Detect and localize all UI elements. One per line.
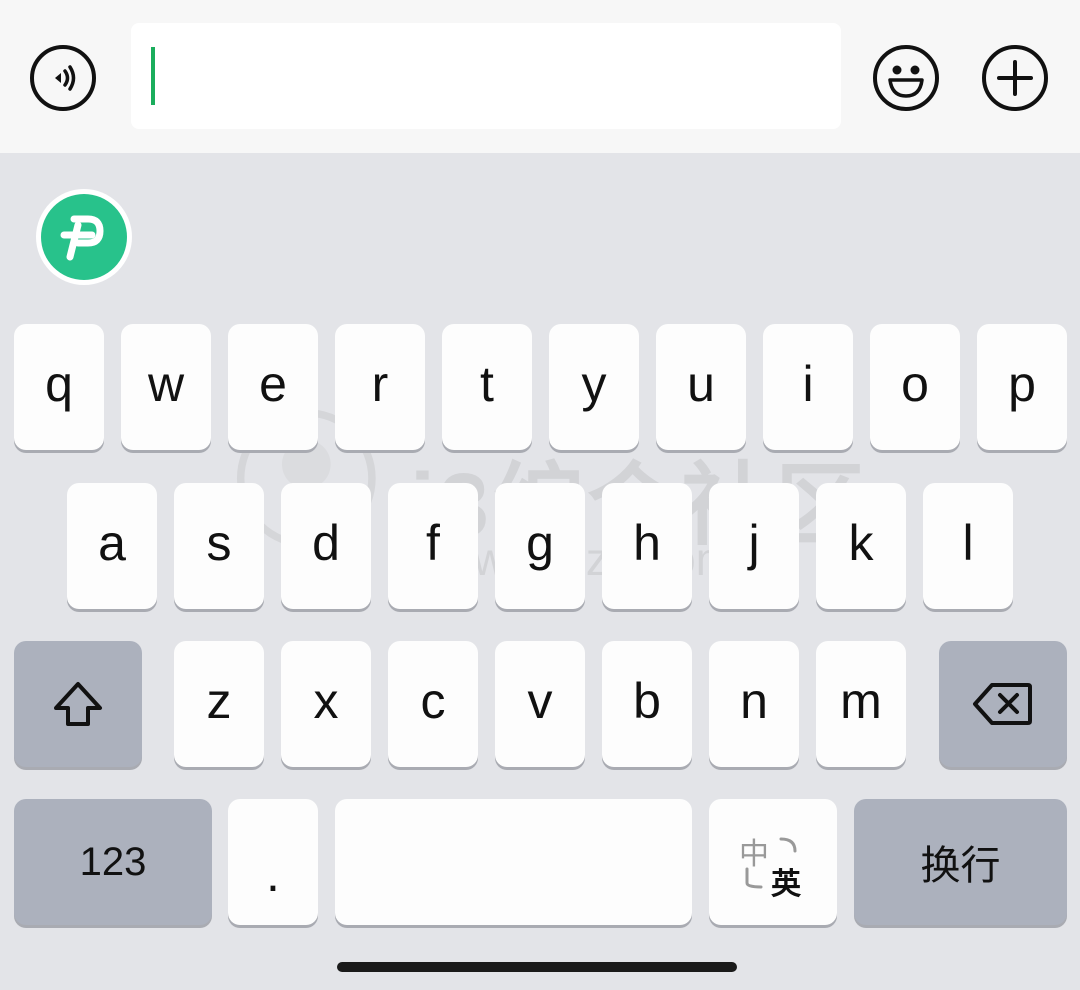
key-label: c	[420, 673, 446, 729]
key-label: i	[802, 356, 814, 412]
numbers-key[interactable]: 123	[14, 799, 212, 925]
key-label: k	[848, 515, 874, 571]
key-e[interactable]: e	[228, 324, 318, 450]
key-z[interactable]: z	[174, 641, 264, 767]
return-key-label: 换行	[920, 844, 1001, 888]
key-label: x	[313, 673, 339, 729]
key-label: s	[206, 515, 232, 571]
key-j[interactable]: j	[709, 483, 799, 609]
key-m[interactable]: m	[816, 641, 906, 767]
key-l[interactable]: l	[923, 483, 1013, 609]
key-x[interactable]: x	[281, 641, 371, 767]
app-logo-icon	[41, 194, 127, 280]
key-label: e	[259, 356, 287, 412]
key-u[interactable]: u	[656, 324, 746, 450]
key-label: n	[740, 673, 768, 729]
space-key[interactable]	[335, 799, 692, 925]
key-h[interactable]: h	[602, 483, 692, 609]
numbers-key-label: 123	[79, 839, 147, 884]
more-button[interactable]	[982, 45, 1048, 111]
key-label: o	[901, 356, 929, 412]
voice-icon	[55, 65, 76, 91]
shift-icon	[54, 682, 102, 726]
key-label: u	[687, 356, 715, 412]
text-caret	[151, 47, 155, 105]
key-c[interactable]: c	[388, 641, 478, 767]
key-n[interactable]: n	[709, 641, 799, 767]
key-label: g	[526, 515, 554, 571]
key-label: w	[147, 356, 185, 412]
key-label: a	[98, 515, 126, 571]
plus-icon	[997, 60, 1033, 96]
key-p[interactable]: p	[977, 324, 1067, 450]
key-k[interactable]: k	[816, 483, 906, 609]
key-label: t	[480, 356, 494, 412]
key-i[interactable]: i	[763, 324, 853, 450]
backspace-icon	[973, 683, 1032, 725]
language-switch-key[interactable]: 中 英	[709, 799, 837, 925]
key-label: h	[633, 515, 661, 571]
key-b[interactable]: b	[602, 641, 692, 767]
key-label: j	[748, 515, 760, 571]
key-v[interactable]: v	[495, 641, 585, 767]
emoji-button[interactable]	[873, 45, 939, 111]
message-input[interactable]	[131, 23, 841, 129]
key-label: p	[1008, 356, 1036, 412]
key-o[interactable]: o	[870, 324, 960, 450]
key-label: d	[312, 515, 340, 571]
shift-key[interactable]	[14, 641, 142, 767]
key-d[interactable]: d	[281, 483, 371, 609]
return-key[interactable]: 换行	[854, 799, 1067, 925]
key-q[interactable]: q	[14, 324, 104, 450]
key-label: y	[581, 356, 607, 412]
emoji-icon	[888, 65, 924, 98]
key-label: f	[426, 515, 440, 571]
key-f[interactable]: f	[388, 483, 478, 609]
keyboard-app-button[interactable]	[36, 189, 132, 285]
key-label: l	[962, 515, 974, 571]
key-r[interactable]: r	[335, 324, 425, 450]
key-label: q	[45, 356, 73, 412]
key-g[interactable]: g	[495, 483, 585, 609]
key-label: v	[527, 673, 553, 729]
key-label: m	[840, 673, 882, 729]
key-t[interactable]: t	[442, 324, 532, 450]
key-a[interactable]: a	[67, 483, 157, 609]
key-w[interactable]: w	[121, 324, 211, 450]
switch-arrows-icon	[745, 837, 797, 889]
voice-button[interactable]	[30, 45, 96, 111]
period-key[interactable]: .	[228, 799, 318, 925]
key-label: z	[206, 673, 232, 729]
backspace-key[interactable]	[939, 641, 1067, 767]
period-key-label: .	[266, 846, 280, 902]
key-label: r	[371, 356, 389, 412]
key-s[interactable]: s	[174, 483, 264, 609]
input-bar	[0, 0, 1080, 153]
key-label: b	[633, 673, 661, 729]
key-y[interactable]: y	[549, 324, 639, 450]
home-indicator[interactable]	[337, 962, 737, 972]
